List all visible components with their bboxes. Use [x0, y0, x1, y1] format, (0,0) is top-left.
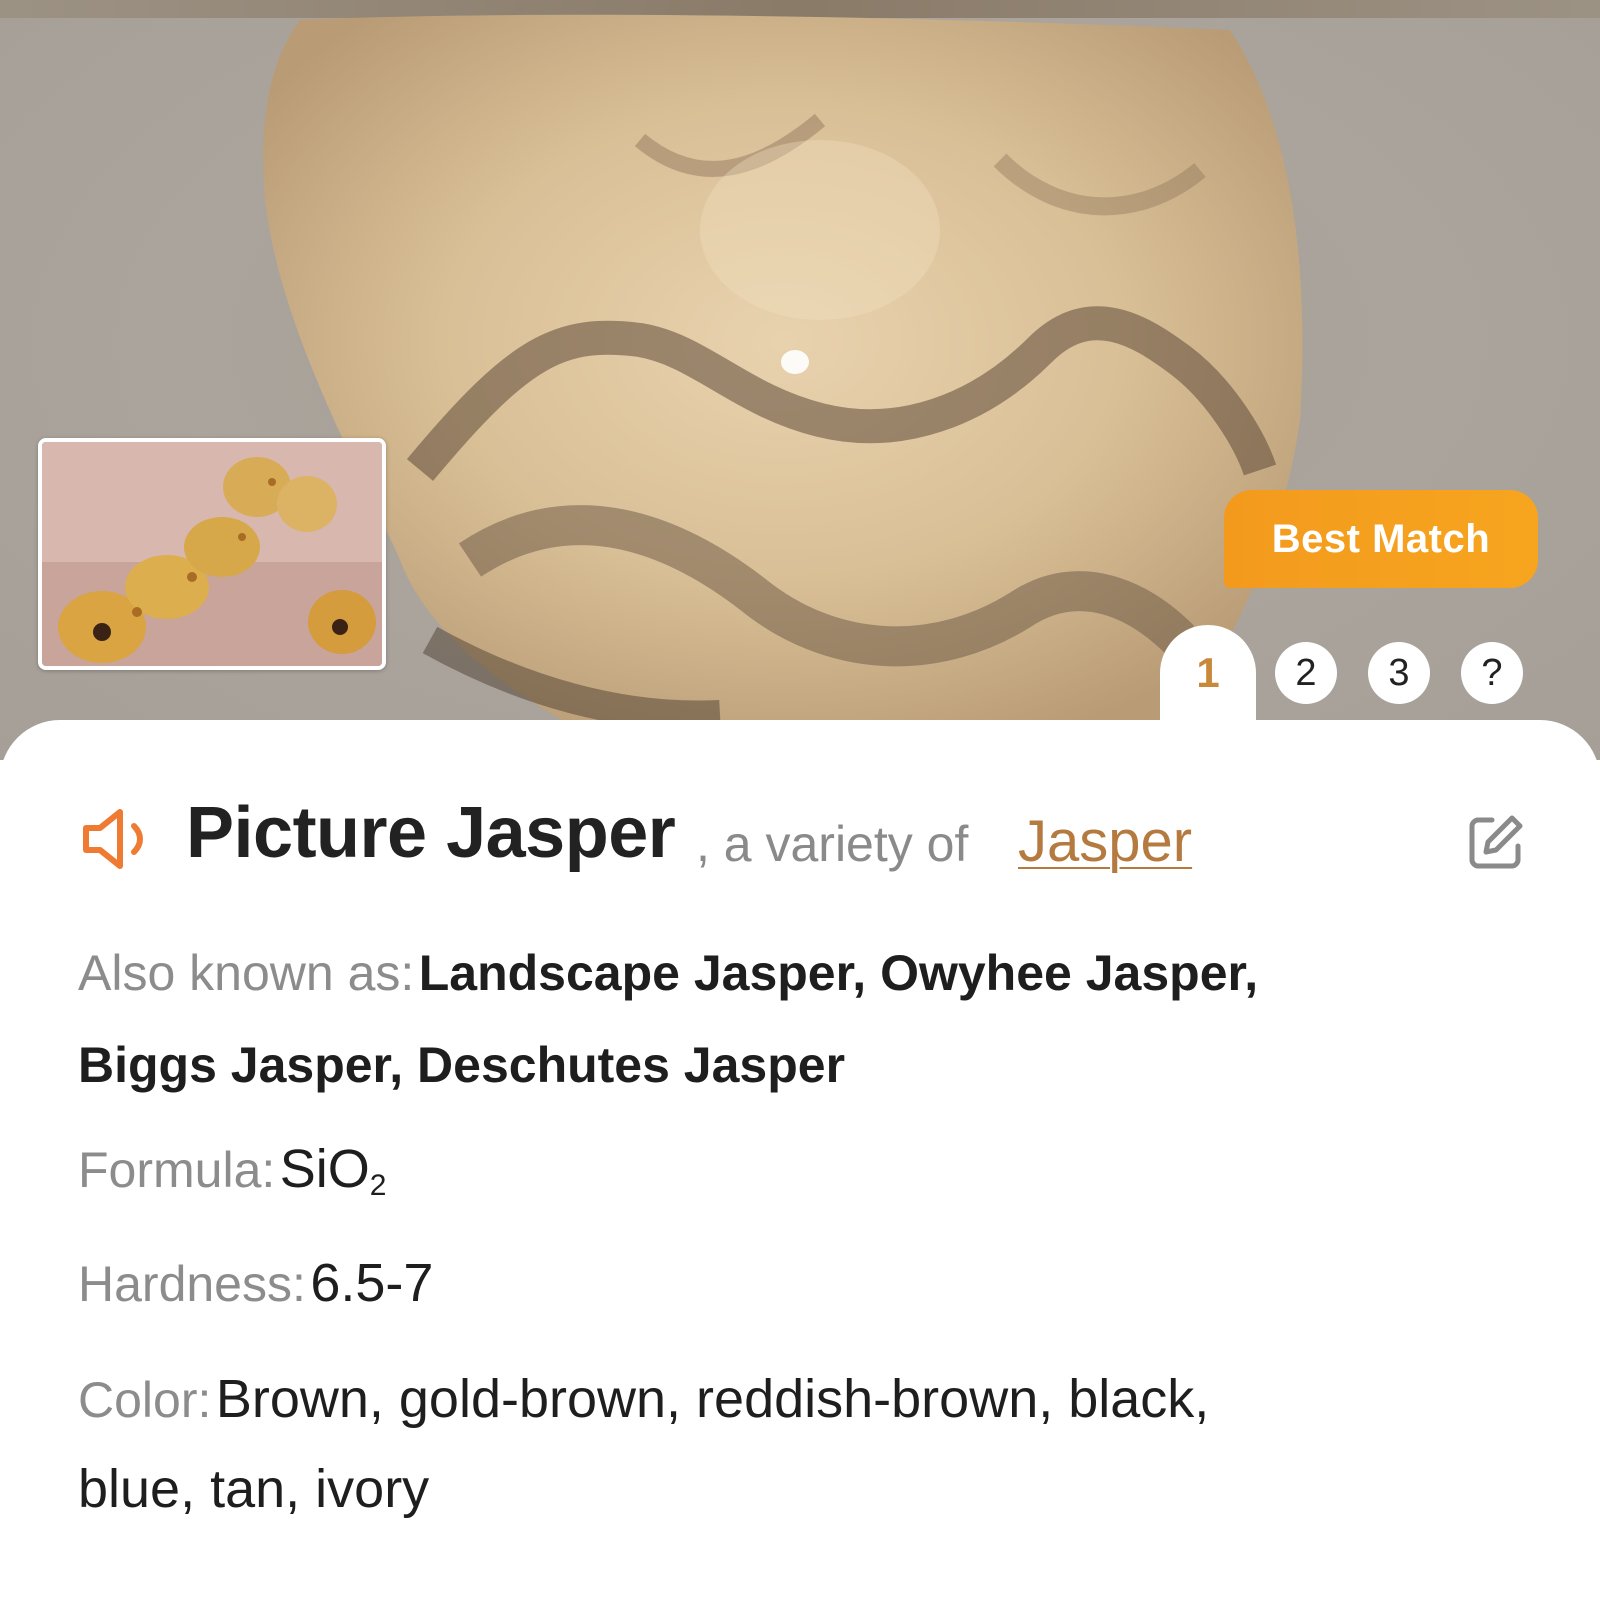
result-tabs: 1 2 3 ? — [0, 625, 1600, 735]
aka-label: Also known as: — [78, 945, 415, 1001]
hardness-row: Hardness: 6.5-7 — [78, 1252, 433, 1314]
color-row-continued: blue, tan, ivory — [78, 1458, 429, 1520]
tab-result-1[interactable]: 1 — [1160, 625, 1256, 735]
aka-values-line2: Biggs Jasper, Deschutes Jasper — [78, 1037, 846, 1093]
formula-label: Formula: — [78, 1142, 276, 1198]
color-values-line1: Brown, gold-brown, reddish-brown, black, — [215, 1369, 1210, 1429]
speaker-icon[interactable] — [80, 808, 160, 870]
aka-row-continued: Biggs Jasper, Deschutes Jasper — [78, 1036, 845, 1094]
hardness-label: Hardness: — [78, 1256, 306, 1312]
aka-row: Also known as: Landscape Jasper, Owyhee … — [78, 944, 1258, 1002]
color-row: Color: Brown, gold-brown, reddish-brown,… — [78, 1368, 1209, 1430]
color-label: Color: — [78, 1372, 212, 1428]
mineral-name: Picture Jasper — [186, 793, 676, 873]
formula-value: SiO2 — [279, 1139, 387, 1202]
parent-mineral-link[interactable]: Jasper — [1018, 808, 1192, 875]
tab-help[interactable]: ? — [1461, 642, 1523, 704]
tab-result-3[interactable]: 3 — [1368, 642, 1430, 704]
aka-values-line1: Landscape Jasper, Owyhee Jasper, — [418, 945, 1259, 1001]
color-values-line2: blue, tan, ivory — [78, 1459, 430, 1519]
edit-icon[interactable] — [1466, 812, 1526, 872]
best-match-badge: Best Match — [1224, 490, 1538, 588]
variety-of-text: , a variety of — [696, 816, 969, 872]
formula-row: Formula: SiO2 — [78, 1138, 386, 1203]
hardness-value: 6.5-7 — [310, 1253, 434, 1313]
tab-result-2[interactable]: 2 — [1275, 642, 1337, 704]
